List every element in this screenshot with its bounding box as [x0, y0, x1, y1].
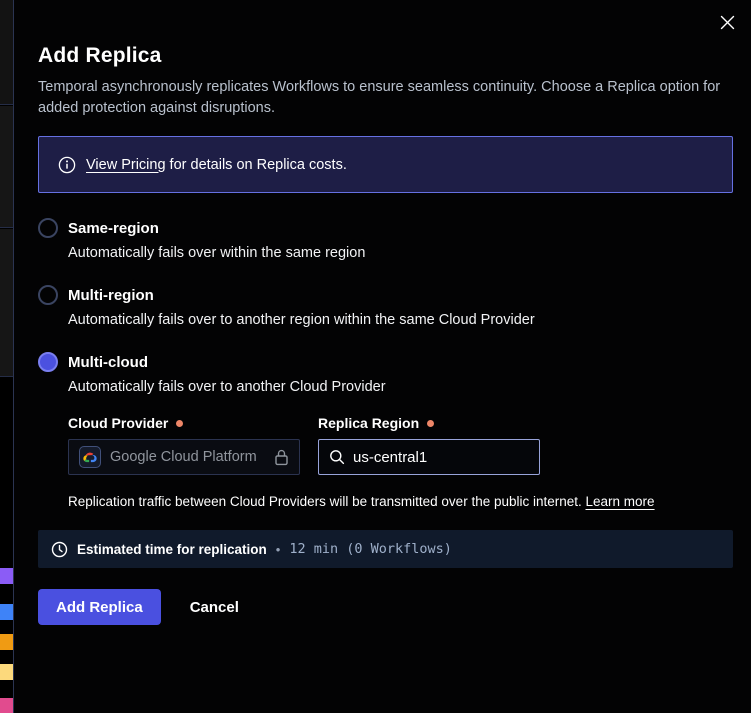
replica-region-field: Replica Region	[318, 415, 540, 475]
background-row	[0, 0, 13, 105]
option-multi-cloud: Multi-cloud Automatically fails over to …	[38, 352, 733, 509]
option-multi-region: Multi-region Automatically fails over to…	[38, 285, 733, 328]
pricing-banner-text: View Pricing for details on Replica cost…	[86, 157, 347, 173]
pricing-banner-rest: for details on Replica costs.	[166, 157, 347, 173]
option-multi-cloud-radio-row[interactable]: Multi-cloud	[38, 352, 733, 372]
background-color-stripe	[0, 634, 13, 650]
required-dot	[176, 420, 183, 427]
option-description: Automatically fails over within the same…	[68, 245, 733, 261]
estimated-time-label: Estimated time for replication	[77, 542, 267, 557]
info-icon	[58, 156, 76, 174]
background-page-strip	[0, 0, 13, 713]
radio-same-region[interactable]	[38, 218, 58, 238]
estimate-separator: •	[276, 542, 281, 557]
pricing-info-banner: View Pricing for details on Replica cost…	[38, 136, 733, 193]
radio-multi-cloud[interactable]	[38, 352, 58, 372]
estimated-time-value: 12 min (0 Workflows)	[289, 541, 452, 557]
option-label: Same-region	[68, 220, 159, 237]
cloud-provider-field: Cloud Provider	[68, 415, 300, 475]
modal-title: Add Replica	[38, 44, 733, 68]
estimated-time-banner: Estimated time for replication • 12 min …	[38, 530, 733, 568]
cloud-provider-select: Google Cloud Platform	[68, 439, 300, 475]
option-multi-region-radio-row[interactable]: Multi-region	[38, 285, 733, 305]
public-internet-note-text: Replication traffic between Cloud Provid…	[68, 494, 586, 509]
public-internet-note: Replication traffic between Cloud Provid…	[68, 494, 733, 509]
cancel-button[interactable]: Cancel	[190, 599, 239, 616]
clock-icon	[51, 541, 68, 558]
search-icon	[329, 449, 345, 465]
cloud-provider-value: Google Cloud Platform	[110, 449, 265, 465]
modal-actions: Add Replica Cancel	[38, 589, 733, 625]
multi-cloud-form: Cloud Provider	[68, 415, 733, 475]
learn-more-link[interactable]: Learn more	[586, 494, 655, 509]
option-same-region-radio-row[interactable]: Same-region	[38, 218, 733, 238]
option-same-region: Same-region Automatically fails over wit…	[38, 218, 733, 261]
background-row	[0, 229, 13, 377]
background-color-stripe	[0, 604, 13, 620]
replica-region-label: Replica Region	[318, 415, 419, 431]
option-description: Automatically fails over to another Clou…	[68, 379, 733, 395]
required-dot	[427, 420, 434, 427]
replica-region-input[interactable]	[353, 449, 513, 466]
view-pricing-link[interactable]: View Pricing	[86, 157, 166, 173]
modal-description: Temporal asynchronously replicates Workf…	[38, 77, 730, 119]
cloud-provider-label: Cloud Provider	[68, 415, 168, 431]
background-color-stripe	[0, 568, 13, 584]
lock-icon	[274, 449, 289, 466]
background-color-stripe	[0, 664, 13, 680]
add-replica-button[interactable]: Add Replica	[38, 589, 161, 625]
option-label: Multi-region	[68, 287, 154, 304]
add-replica-modal: Add Replica Temporal asynchronously repl…	[13, 0, 751, 713]
option-label: Multi-cloud	[68, 354, 148, 371]
option-description: Automatically fails over to another regi…	[68, 312, 733, 328]
radio-multi-region[interactable]	[38, 285, 58, 305]
background-row	[0, 106, 13, 228]
replica-region-search-box[interactable]	[318, 439, 540, 475]
background-color-stripe	[0, 698, 13, 713]
replica-options: Same-region Automatically fails over wit…	[38, 218, 733, 509]
gcp-logo-icon	[79, 446, 101, 468]
screen: Add Replica Temporal asynchronously repl…	[0, 0, 751, 713]
close-icon[interactable]	[713, 8, 741, 36]
